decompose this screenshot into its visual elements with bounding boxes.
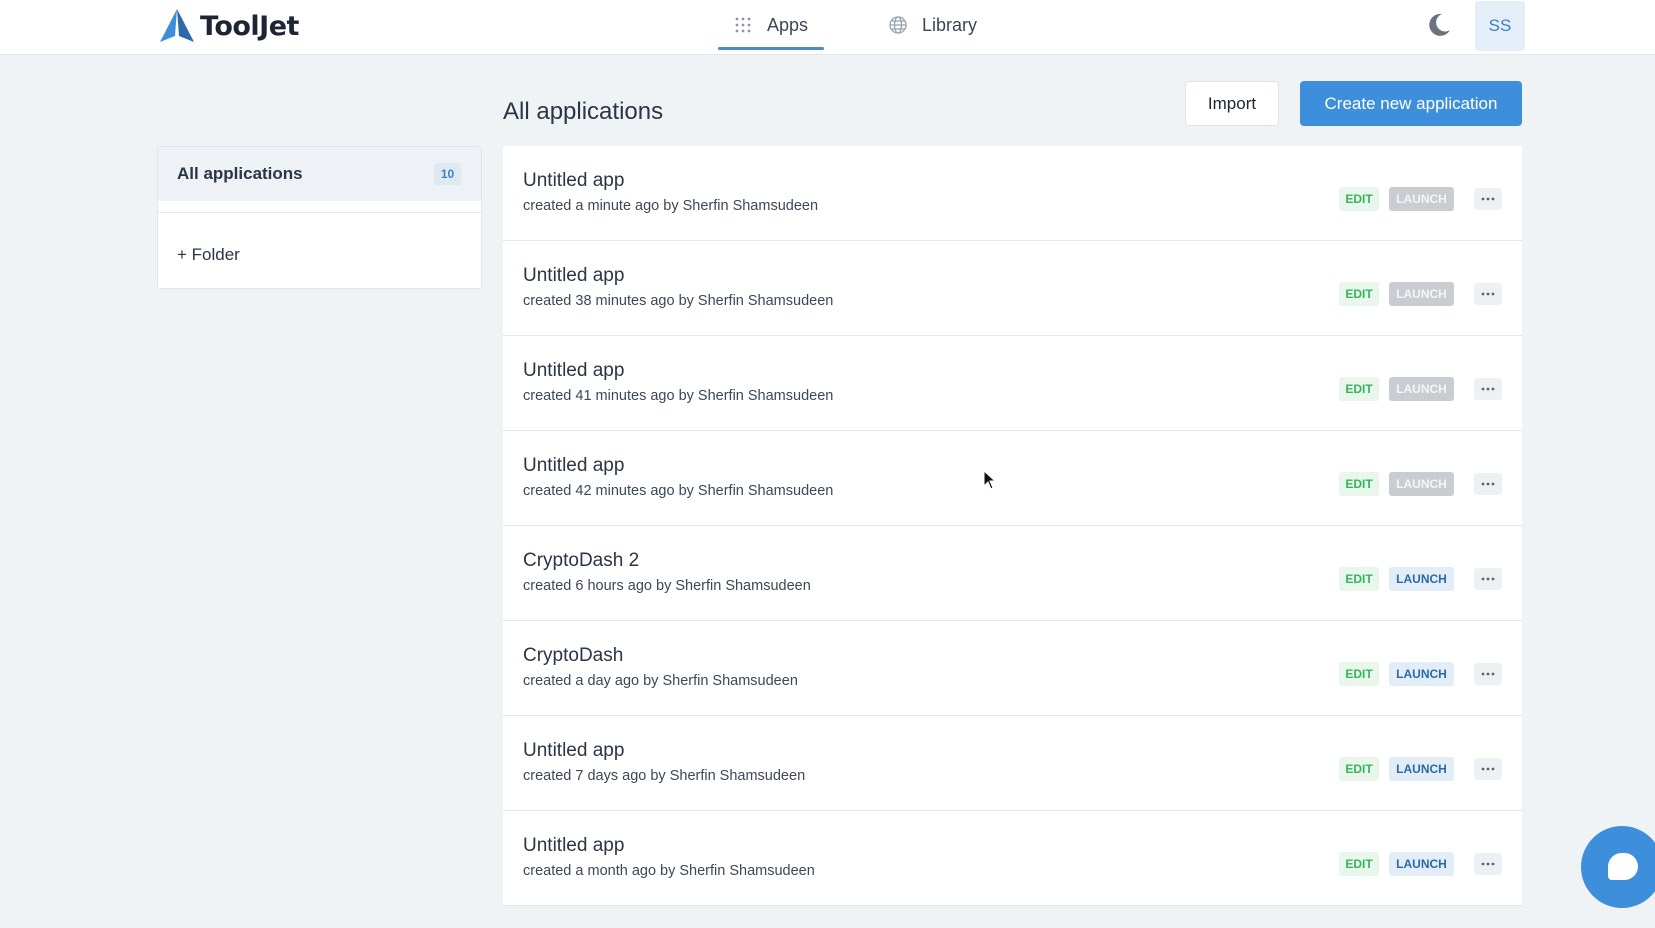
app-name[interactable]: Untitled app — [523, 455, 624, 477]
edit-button[interactable]: EDIT — [1339, 472, 1379, 496]
active-tab-indicator — [718, 47, 824, 50]
app-name[interactable]: Untitled app — [523, 265, 624, 287]
app-created-info: created 42 minutes ago by Sherfin Shamsu… — [523, 483, 834, 499]
more-options-button[interactable] — [1474, 188, 1502, 210]
app-card[interactable]: CryptoDash 2 created 6 hours ago by Sher… — [503, 526, 1522, 621]
ellipsis-icon — [1481, 862, 1495, 866]
chat-launcher-button[interactable] — [1581, 826, 1655, 908]
more-options-button[interactable] — [1474, 663, 1502, 685]
edit-button[interactable]: EDIT — [1339, 757, 1379, 781]
ellipsis-icon — [1481, 387, 1495, 391]
launch-button: LAUNCH — [1389, 282, 1454, 306]
app-name[interactable]: Untitled app — [523, 740, 624, 762]
divider — [158, 212, 481, 213]
tab-apps[interactable]: Apps — [718, 0, 823, 50]
launch-button: LAUNCH — [1389, 187, 1454, 211]
more-options-button[interactable] — [1474, 378, 1502, 400]
edit-button[interactable]: EDIT — [1339, 187, 1379, 211]
edit-button[interactable]: EDIT — [1339, 377, 1379, 401]
create-new-application-button[interactable]: Create new application — [1300, 81, 1522, 126]
edit-button[interactable]: EDIT — [1339, 282, 1379, 306]
tooljet-logo[interactable]: ToolJet — [158, 8, 299, 44]
ellipsis-icon — [1481, 577, 1495, 581]
grid-icon — [733, 15, 753, 35]
launch-button: LAUNCH — [1389, 377, 1454, 401]
app-card[interactable]: Untitled app created 7 days ago by Sherf… — [503, 716, 1522, 811]
tooljet-logo-icon — [160, 9, 194, 43]
edit-button[interactable]: EDIT — [1339, 662, 1379, 686]
brand-name: ToolJet — [200, 10, 299, 42]
edit-button[interactable]: EDIT — [1339, 567, 1379, 591]
launch-button[interactable]: LAUNCH — [1389, 757, 1454, 781]
moon-icon[interactable] — [1426, 12, 1452, 38]
launch-button[interactable]: LAUNCH — [1389, 662, 1454, 686]
app-name[interactable]: Untitled app — [523, 835, 624, 857]
app-created-info: created a minute ago by Sherfin Shamsude… — [523, 198, 819, 214]
edit-button[interactable]: EDIT — [1339, 852, 1379, 876]
app-created-info: created a day ago by Sherfin Shamsudeen — [523, 673, 798, 689]
more-options-button[interactable] — [1474, 473, 1502, 495]
sidebar-item-label: All applications — [177, 164, 303, 183]
app-count-badge: 10 — [434, 163, 461, 185]
page-title: All applications — [503, 98, 664, 125]
app-card[interactable]: Untitled app created 38 minutes ago by S… — [503, 241, 1522, 336]
sidebar-item-all-applications[interactable]: All applications 10 — [158, 147, 481, 201]
app-created-info: created 7 days ago by Sherfin Shamsudeen — [523, 768, 806, 784]
more-options-button[interactable] — [1474, 758, 1502, 780]
app-created-info: created 6 hours ago by Sherfin Shamsudee… — [523, 578, 811, 594]
app-name[interactable]: CryptoDash — [523, 645, 623, 667]
ellipsis-icon — [1481, 767, 1495, 771]
app-name[interactable]: CryptoDash 2 — [523, 550, 639, 572]
app-list: Untitled app created a minute ago by She… — [503, 146, 1522, 906]
launch-button: LAUNCH — [1389, 472, 1454, 496]
app-card[interactable]: Untitled app created a month ago by Sher… — [503, 811, 1522, 906]
app-card[interactable]: CryptoDash created a day ago by Sherfin … — [503, 621, 1522, 716]
ellipsis-icon — [1481, 197, 1495, 201]
ellipsis-icon — [1481, 482, 1495, 486]
import-button[interactable]: Import — [1185, 81, 1279, 126]
launch-button[interactable]: LAUNCH — [1389, 567, 1454, 591]
tab-library-label: Library — [922, 14, 978, 35]
app-card[interactable]: Untitled app created 41 minutes ago by S… — [503, 336, 1522, 431]
globe-icon — [888, 15, 908, 35]
more-options-button[interactable] — [1474, 853, 1502, 875]
more-options-button[interactable] — [1474, 283, 1502, 305]
app-name[interactable]: Untitled app — [523, 360, 624, 382]
avatar[interactable]: SS — [1475, 1, 1525, 51]
app-created-info: created 38 minutes ago by Sherfin Shamsu… — [523, 293, 834, 309]
app-name[interactable]: Untitled app — [523, 170, 624, 192]
folders-sidebar: All applications 10 + Folder — [157, 146, 482, 289]
launch-button[interactable]: LAUNCH — [1389, 852, 1454, 876]
more-options-button[interactable] — [1474, 568, 1502, 590]
app-card[interactable]: Untitled app created 42 minutes ago by S… — [503, 431, 1522, 526]
tab-library[interactable]: Library — [888, 0, 977, 50]
add-folder-button[interactable]: + Folder — [177, 245, 240, 265]
chat-icon — [1608, 853, 1638, 880]
app-card[interactable]: Untitled app created a minute ago by She… — [503, 146, 1522, 241]
mouse-cursor — [983, 469, 997, 495]
tab-apps-label: Apps — [766, 14, 809, 35]
ellipsis-icon — [1481, 292, 1495, 296]
ellipsis-icon — [1481, 672, 1495, 676]
app-created-info: created a month ago by Sherfin Shamsudee… — [523, 863, 815, 879]
top-navbar: ToolJet Apps Library SS — [0, 0, 1655, 55]
app-created-info: created 41 minutes ago by Sherfin Shamsu… — [523, 388, 834, 404]
